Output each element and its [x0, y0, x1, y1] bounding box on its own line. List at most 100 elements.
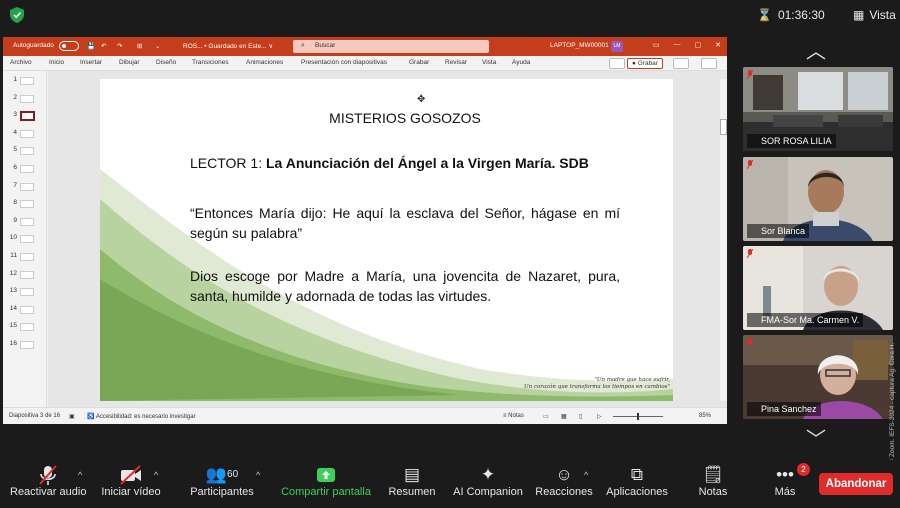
ribbon-display-icon[interactable]: ▭: [653, 41, 660, 49]
video-tile-2[interactable]: Sor Blanca: [743, 157, 893, 241]
more-button[interactable]: ••• Más: [770, 464, 800, 498]
record-button[interactable]: ● Grabar: [627, 58, 663, 69]
notes-button[interactable]: 🗒 Notas: [694, 464, 732, 498]
slide-thumbnail[interactable]: 4: [3, 128, 47, 140]
participant-name: Pina Sanchez: [747, 402, 821, 416]
video-tile-4[interactable]: Pina Sanchez: [743, 335, 893, 419]
tab-ayuda[interactable]: Ayuda: [512, 59, 530, 66]
slide-thumbnail[interactable]: 3: [3, 110, 47, 122]
share-screen-button[interactable]: Compartir pantalla: [279, 464, 373, 498]
participants-label: Participantes: [190, 486, 254, 498]
ai-companion-label: AI Companion: [453, 486, 523, 498]
slide-thumbnail[interactable]: 7: [3, 181, 47, 193]
tab-vista[interactable]: Vista: [482, 59, 496, 66]
document-title[interactable]: ROS... • Guardado en Este... ∨: [183, 42, 273, 50]
comments-button[interactable]: [609, 58, 625, 69]
notes-label: Notas: [508, 413, 524, 419]
tab-insertar[interactable]: Insertar: [80, 59, 102, 66]
slide-thumbnail-preview: [20, 270, 34, 279]
slide-thumbnail[interactable]: 13: [3, 286, 47, 298]
slide-thumbnail[interactable]: 9: [3, 216, 47, 228]
slide-thumbnail-preview: [20, 323, 34, 332]
share-ppt-button[interactable]: [701, 58, 717, 69]
tab-transiciones[interactable]: Transiciones: [192, 59, 229, 66]
lector-prefix: LECTOR 1:: [190, 155, 266, 171]
slide-thumbnail[interactable]: 11: [3, 251, 47, 263]
tab-inicio[interactable]: Inicio: [49, 59, 64, 66]
slide-thumbnail-number: 13: [9, 287, 17, 295]
view-button[interactable]: ▦ Vista: [853, 8, 896, 22]
slide-thumbnail-number: 2: [13, 93, 17, 101]
slide-thumbnail[interactable]: 2: [3, 93, 47, 105]
tab-diseno[interactable]: Diseño: [156, 59, 176, 66]
scrollbar-thumb[interactable]: [720, 119, 727, 135]
slide-thumbnail[interactable]: 15: [3, 321, 47, 333]
slide-thumbnails-pane: 1 2 3 4 5 6 7 8 9 10 11 12 13 14 15 16: [3, 71, 47, 407]
redo-icon[interactable]: ↷: [117, 42, 122, 50]
minimize-icon[interactable]: —: [674, 41, 681, 49]
zoom-slider[interactable]: [613, 413, 663, 420]
slide-thumbnail[interactable]: 5: [3, 145, 47, 157]
tab-revisar[interactable]: Revisar: [445, 59, 467, 66]
notes-button[interactable]: ≡ Notas: [503, 413, 524, 419]
slide-thumbnail-preview: [20, 288, 34, 297]
device-label: LAPTOP_MW00001: [550, 42, 609, 49]
participants-video-panel: ︿ SOR ROSA LILIA Sor Blanca FMA-Sor Ma. …: [730, 30, 900, 460]
present-button[interactable]: [673, 58, 689, 69]
summary-button[interactable]: ▤ Resumen: [386, 464, 438, 498]
slide-thumbnail-number: 7: [13, 181, 17, 189]
slide-thumbnail[interactable]: 8: [3, 198, 47, 210]
close-icon[interactable]: ✕: [715, 41, 721, 49]
slide-thumbnail[interactable]: 14: [3, 304, 47, 316]
chevron-down-icon[interactable]: ﹀: [806, 423, 826, 452]
tab-dibujar[interactable]: Dibujar: [119, 59, 140, 66]
language-icon[interactable]: ▣: [69, 413, 75, 420]
undo-icon[interactable]: ↶: [101, 42, 106, 50]
save-icon[interactable]: 💾: [87, 42, 95, 50]
slide-thumbnail[interactable]: 12: [3, 269, 47, 281]
security-shield-icon[interactable]: [10, 7, 24, 23]
slide-vertical-scrollbar[interactable]: [720, 79, 727, 401]
normal-view-icon[interactable]: ▭: [543, 413, 549, 420]
slide-counter: Diapositiva 3 de 16: [9, 413, 61, 419]
reading-view-icon[interactable]: ▯: [579, 413, 582, 420]
start-from-beginning-icon[interactable]: ⊞: [137, 42, 142, 50]
sparkle-icon: ✦: [480, 465, 496, 484]
chevron-up-icon[interactable]: ︿: [806, 35, 826, 64]
sorter-view-icon[interactable]: ▦: [561, 413, 567, 420]
slide-thumbnail-preview: [20, 235, 34, 244]
ai-companion-button[interactable]: ✦ AI Companion: [452, 464, 524, 498]
slide-thumbnail[interactable]: 10: [3, 233, 47, 245]
customize-toolbar-icon[interactable]: ⌄: [155, 42, 160, 50]
video-tile-1[interactable]: SOR ROSA LILIA: [743, 67, 893, 151]
leave-meeting-button[interactable]: Abandonar: [819, 473, 893, 495]
avatar[interactable]: LM: [611, 41, 623, 52]
tab-animaciones[interactable]: Animaciones: [246, 59, 283, 66]
maximize-icon[interactable]: ▢: [695, 41, 702, 49]
apps-button[interactable]: ⧉ Aplicaciones: [604, 464, 670, 498]
search-icon: ⌕: [301, 42, 305, 49]
zoom-level[interactable]: 85%: [699, 413, 711, 419]
participants-count: 60: [227, 469, 239, 480]
slide-body-text: Dios escoge por Madre a María, una joven…: [190, 268, 620, 305]
accessibility-status[interactable]: ♿ Accesibilidad: es necesario investigar: [87, 413, 196, 420]
search-input[interactable]: ⌕ Buscar: [293, 40, 489, 53]
slide-thumbnail[interactable]: 6: [3, 163, 47, 175]
slide-thumbnail[interactable]: 1: [3, 75, 47, 87]
start-video-label: Iniciar vídeo: [101, 486, 161, 498]
tab-presentacion[interactable]: Presentación con diapositivas: [301, 59, 387, 66]
slide-thumbnail[interactable]: 16: [3, 339, 47, 351]
video-tile-3[interactable]: FMA-Sor Ma. Carmen V.: [743, 246, 893, 330]
slideshow-view-icon[interactable]: ▷: [597, 413, 602, 420]
participants-button[interactable]: 👥60 Participantes: [187, 464, 257, 498]
apps-label: Aplicaciones: [606, 486, 668, 498]
ppt-title-bar: Autoguardado 💾 ↶ ↷ ⊞ ⌄ ROS... • Guardado…: [3, 37, 727, 56]
tab-archivo[interactable]: Archivo: [10, 59, 32, 66]
unmute-audio-button[interactable]: Reactivar audio: [10, 464, 86, 498]
current-slide[interactable]: MISTERIOS GOSOZOS LECTOR 1: La Anunciaci…: [100, 79, 673, 401]
autosave-toggle[interactable]: [59, 41, 79, 51]
tab-grabar[interactable]: Grabar: [409, 59, 429, 66]
start-video-button[interactable]: Iniciar vídeo: [100, 464, 162, 498]
share-screen-label: Compartir pantalla: [281, 486, 371, 498]
slide-thumbnail-preview: [20, 94, 34, 103]
